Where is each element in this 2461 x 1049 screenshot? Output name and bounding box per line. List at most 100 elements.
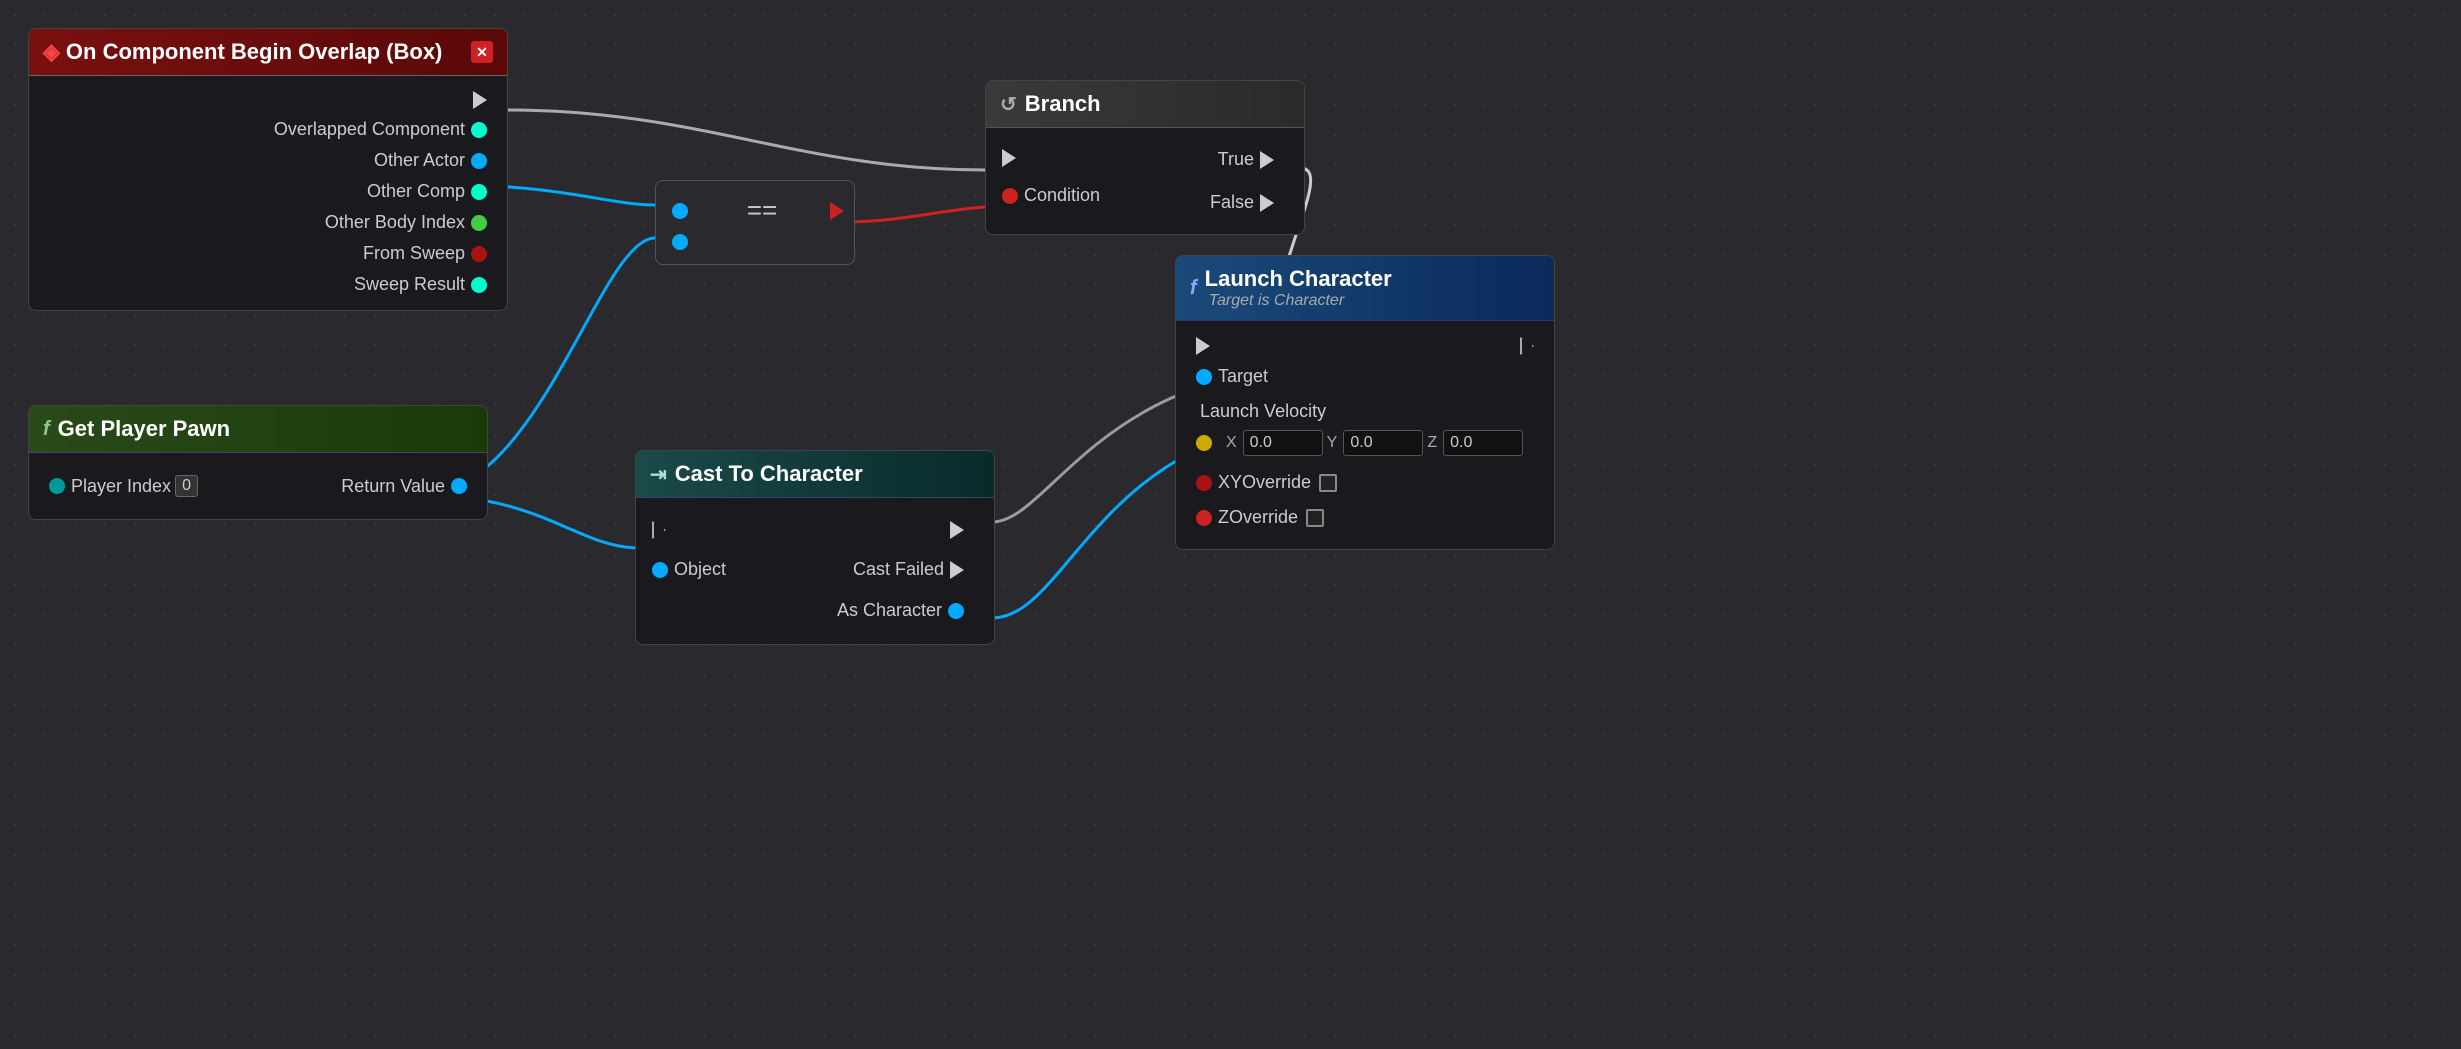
cast-icon: ⇥ <box>650 462 667 487</box>
launch-exec-in-pin <box>1196 337 1210 355</box>
launch-target-label: Target <box>1218 366 1268 387</box>
node-launch-header: f Launch Character Target is Character <box>1176 256 1554 321</box>
cast-failed-row: Cast Failed <box>823 554 984 585</box>
node-pawn-body: Player Index 0 Return Value <box>29 453 487 519</box>
vec-x-input[interactable] <box>1243 430 1323 456</box>
overlap-pin-other-actor: Other Actor <box>29 145 507 176</box>
node-launch-title: Launch Character <box>1205 266 1392 292</box>
other-body-label: Other Body Index <box>325 212 465 233</box>
launch-func-icon: f <box>1190 277 1197 300</box>
branch-right-pins: True False <box>1196 144 1294 218</box>
sweep-result-pin <box>471 277 487 293</box>
overlapped-component-label: Overlapped Component <box>274 119 465 140</box>
equals-bottom-row <box>666 234 844 250</box>
overlapped-component-pin <box>471 122 487 138</box>
cast-object-pin <box>652 562 668 578</box>
branch-false-label: False <box>1210 192 1254 213</box>
branch-condition-label: Condition <box>1024 185 1100 206</box>
launch-velocity-label: Launch Velocity <box>1190 401 1540 422</box>
other-actor-pin <box>471 153 487 169</box>
launch-exec-out-pin <box>1520 337 1534 355</box>
node-branch-body: Condition True False <box>986 128 1304 234</box>
overlap-pin-overlapped: Overlapped Component <box>29 114 507 145</box>
pawn-return-row: Return Value <box>341 476 473 497</box>
equals-input-top <box>672 203 688 219</box>
launch-target-pin <box>1196 369 1212 385</box>
cast-as-character-label: As Character <box>837 600 942 621</box>
node-launch-body: Target Launch Velocity X Y Z XYOverride … <box>1176 321 1554 549</box>
equals-input-bottom <box>672 234 688 250</box>
launch-target-row: Target <box>1176 361 1554 392</box>
cast-as-character-row: As Character <box>823 595 984 626</box>
node-launch-subtitle: Target is Character <box>1209 292 1392 310</box>
pawn-return-label: Return Value <box>341 476 445 497</box>
other-body-pin <box>471 215 487 231</box>
vec-z-input[interactable] <box>1443 430 1523 456</box>
other-comp-label: Other Comp <box>367 181 465 202</box>
vec-y-input[interactable] <box>1343 430 1423 456</box>
node-cast-header: ⇥ Cast To Character <box>636 451 994 498</box>
cast-exec-in-pin <box>652 521 666 539</box>
equals-top-row: == <box>666 195 844 226</box>
pawn-player-index-label: Player Index <box>71 476 171 497</box>
node-equals: == <box>655 180 855 265</box>
launch-xy-override-pin <box>1196 475 1212 491</box>
launch-z-override-checkbox[interactable] <box>1306 509 1324 527</box>
cast-exec-out-pin <box>950 521 964 539</box>
vec-y-label: Y <box>1327 434 1338 452</box>
pawn-func-icon: f <box>43 418 50 441</box>
equals-body: == <box>656 181 854 264</box>
node-overlap: ◈ On Component Begin Overlap (Box) ✕ Ove… <box>28 28 508 311</box>
equals-symbol: == <box>702 195 822 226</box>
cast-as-character-pin <box>948 603 964 619</box>
from-sweep-label: From Sweep <box>363 243 465 264</box>
sweep-result-label: Sweep Result <box>354 274 465 295</box>
branch-exec-in <box>996 144 1114 172</box>
pawn-player-index-badge[interactable]: 0 <box>175 475 198 497</box>
overlap-pin-sweep-result: Sweep Result <box>29 269 507 300</box>
pawn-player-index-pin <box>49 478 65 494</box>
cast-exec-in-row <box>646 516 740 544</box>
node-launch: f Launch Character Target is Character T… <box>1175 255 1555 550</box>
pawn-return-pin <box>451 478 467 494</box>
cast-right-pins: Cast Failed As Character <box>823 516 984 626</box>
branch-exec-in-pin <box>1002 149 1016 167</box>
node-pawn: f Get Player Pawn Player Index 0 Return … <box>28 405 488 520</box>
launch-xy-override-checkbox[interactable] <box>1319 474 1337 492</box>
from-sweep-pin <box>471 246 487 262</box>
node-cast-body: Object Cast Failed As Character <box>636 498 994 644</box>
cast-object-row: Object <box>646 554 740 585</box>
branch-false-row: False <box>1196 187 1294 218</box>
vec-z-label: Z <box>1427 434 1437 452</box>
overlap-icon: ◈ <box>43 39 60 65</box>
node-overlap-header: ◈ On Component Begin Overlap (Box) ✕ <box>29 29 507 76</box>
launch-velocity-pin <box>1196 435 1212 451</box>
overlap-pin-other-body: Other Body Index <box>29 207 507 238</box>
vec-x-label: X <box>1226 434 1237 452</box>
node-branch-header: ↺ Branch <box>986 81 1304 128</box>
cast-exec-out-row <box>823 516 984 544</box>
node-overlap-title: On Component Begin Overlap (Box) <box>66 39 442 65</box>
launch-xy-override-label: XYOverride <box>1218 472 1311 493</box>
overlap-pin-other-comp: Other Comp <box>29 176 507 207</box>
cast-failed-pin <box>950 561 964 579</box>
branch-icon: ↺ <box>1000 92 1017 117</box>
overlap-pin-from-sweep: From Sweep <box>29 238 507 269</box>
node-overlap-body: Overlapped Component Other Actor Other C… <box>29 76 507 310</box>
branch-condition-row: Condition <box>996 180 1114 211</box>
cast-object-label: Object <box>674 559 726 580</box>
equals-output-pin <box>830 202 844 220</box>
node-cast: ⇥ Cast To Character Object Cast Failed <box>635 450 995 645</box>
launch-z-override-label: ZOverride <box>1218 507 1298 528</box>
cast-failed-label: Cast Failed <box>853 559 944 580</box>
branch-false-pin <box>1260 194 1274 212</box>
branch-condition-pin <box>1002 188 1018 204</box>
launch-velocity-row: Launch Velocity X Y Z <box>1176 396 1554 461</box>
node-pawn-header: f Get Player Pawn <box>29 406 487 453</box>
launch-velocity-inputs: X Y Z <box>1226 430 1523 456</box>
overlap-close-button[interactable]: ✕ <box>471 41 493 63</box>
pawn-player-index-row: Player Index 0 <box>43 475 202 497</box>
cast-left-pins: Object <box>646 516 740 585</box>
node-cast-title: Cast To Character <box>675 461 863 487</box>
launch-z-override-row: ZOverride <box>1176 502 1554 533</box>
